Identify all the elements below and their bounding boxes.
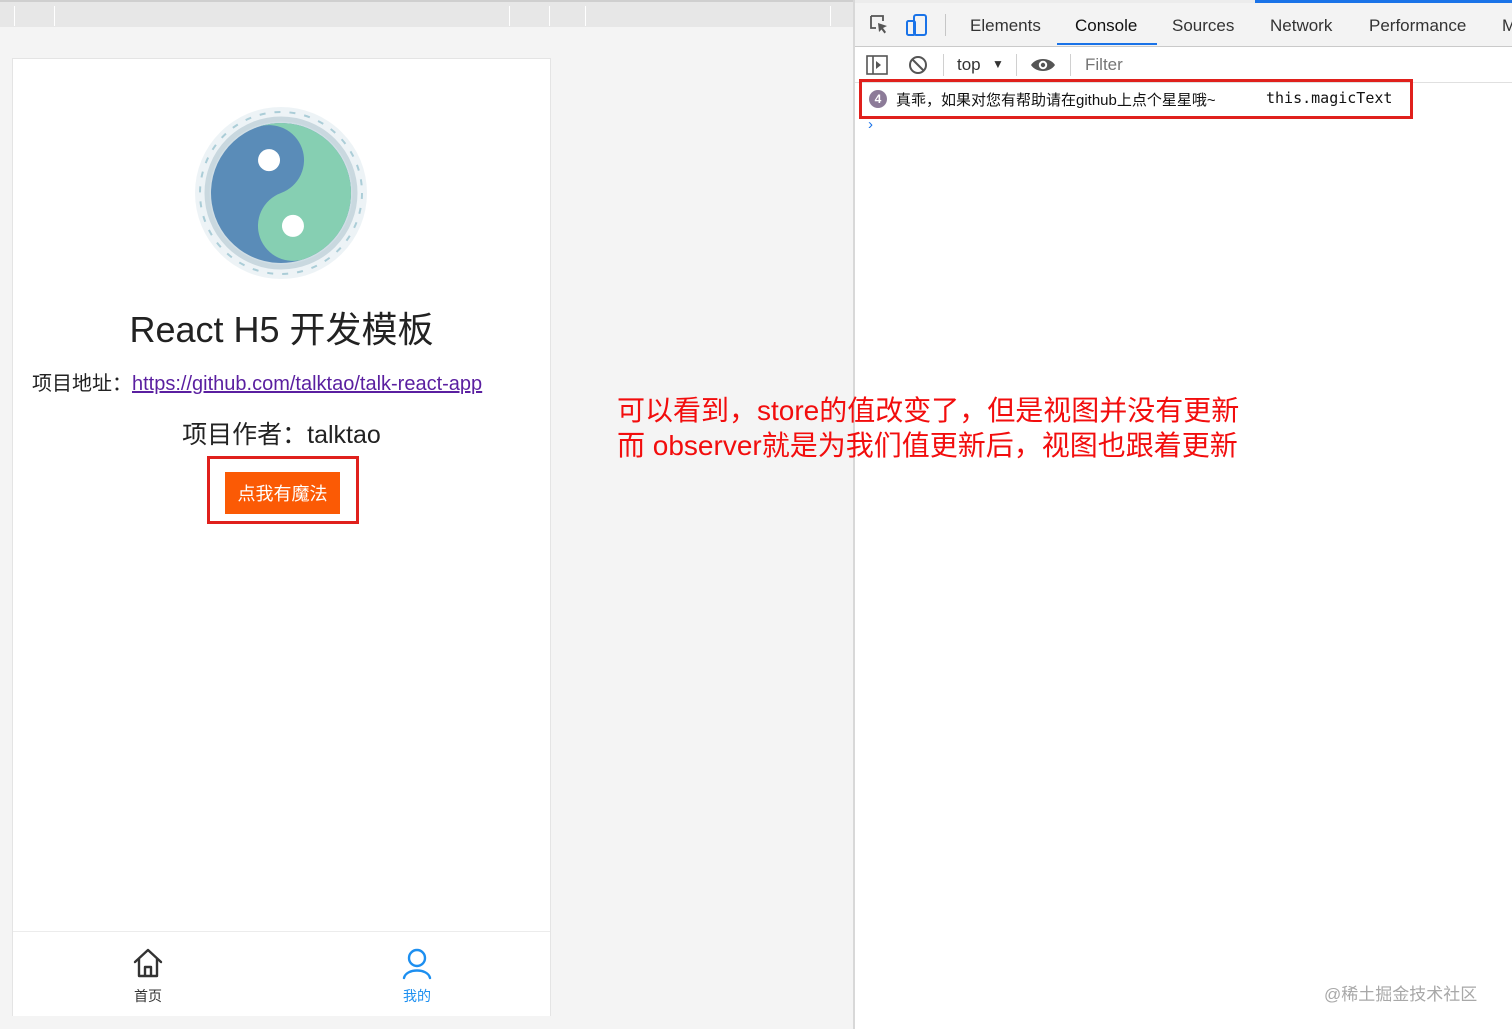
annotation-line-2: 而 observer就是为我们值更新后，视图也跟着更新 [617, 430, 1238, 461]
annotation-line-1: 可以看到，store的值改变了，但是视图并没有更新 [617, 395, 1240, 426]
home-icon [133, 948, 163, 978]
device-toolbar-icon[interactable] [905, 13, 929, 37]
strip-divider [14, 6, 15, 26]
tab-mine[interactable]: 我的 [367, 932, 467, 1016]
watermark: @稀土掘金技术社区 [1324, 985, 1478, 1004]
inspect-element-icon[interactable] [868, 13, 890, 35]
strip-divider [54, 6, 55, 26]
console-toolbar-separator [1016, 54, 1017, 76]
magic-button[interactable]: 点我有魔法 [225, 472, 340, 514]
yin-yang-logo [195, 107, 367, 279]
repeat-count-badge: 4 [869, 90, 887, 108]
sidebar-toggle-icon[interactable] [866, 55, 888, 75]
dropdown-arrow-icon[interactable]: ▼ [992, 57, 1004, 71]
preview-pane: React H5 开发模板 项目地址：https://github.com/ta… [0, 0, 853, 1029]
console-prompt-icon[interactable]: › [868, 116, 873, 133]
user-icon [402, 948, 432, 980]
devtools-toolbar: Elements Console Sources Network Perform… [855, 0, 1512, 47]
toolbar-separator [945, 14, 946, 36]
active-tab-indicator [1057, 43, 1157, 45]
strip-divider [549, 6, 550, 26]
browser-tab-strip [0, 0, 853, 27]
tab-elements[interactable]: Elements [970, 16, 1041, 36]
project-author: 项目作者：talktao [182, 421, 381, 449]
app-title: React H5 开发模板 [129, 309, 434, 350]
clear-console-icon[interactable] [908, 55, 928, 75]
console-toolbar: top ▼ [855, 47, 1512, 83]
github-link[interactable]: https://github.com/talktao/talk-react-ap… [132, 373, 482, 395]
toolbar-accent-line [1255, 0, 1512, 3]
log-message: 真乖，如果对您有帮助请在github上点个星星哦~ [896, 92, 1216, 109]
tab-network[interactable]: Network [1270, 16, 1332, 36]
devtools-panel: Elements Console Sources Network Perform… [855, 0, 1512, 1029]
tab-home-label: 首页 [134, 988, 162, 1004]
strip-divider [830, 6, 831, 26]
log-source[interactable]: this.magicText [1266, 89, 1392, 107]
tab-performance[interactable]: Performance [1369, 16, 1466, 36]
phone-screen: React H5 开发模板 项目地址：https://github.com/ta… [12, 58, 551, 1016]
tab-console[interactable]: Console [1075, 16, 1137, 36]
strip-divider [585, 6, 586, 26]
context-selector[interactable]: top [957, 55, 981, 75]
tab-home[interactable]: 首页 [98, 932, 198, 1016]
console-toolbar-separator [1070, 54, 1071, 76]
live-expression-eye-icon[interactable] [1030, 55, 1056, 75]
tab-sources[interactable]: Sources [1172, 16, 1234, 36]
annotation-note: 可以看到，store的值改变了，但是视图并没有更新 而 observer就是为我… [617, 393, 1239, 463]
tab-more[interactable]: M [1502, 16, 1512, 36]
console-toolbar-separator [943, 54, 944, 76]
bottom-tabbar: 首页 我的 [13, 931, 550, 1016]
strip-divider [509, 6, 510, 26]
tab-mine-label: 我的 [403, 988, 431, 1004]
address-label: 项目地址： [32, 373, 132, 395]
project-address: 项目地址：https://github.com/talktao/talk-rea… [32, 367, 482, 396]
filter-input[interactable] [1081, 53, 1512, 77]
